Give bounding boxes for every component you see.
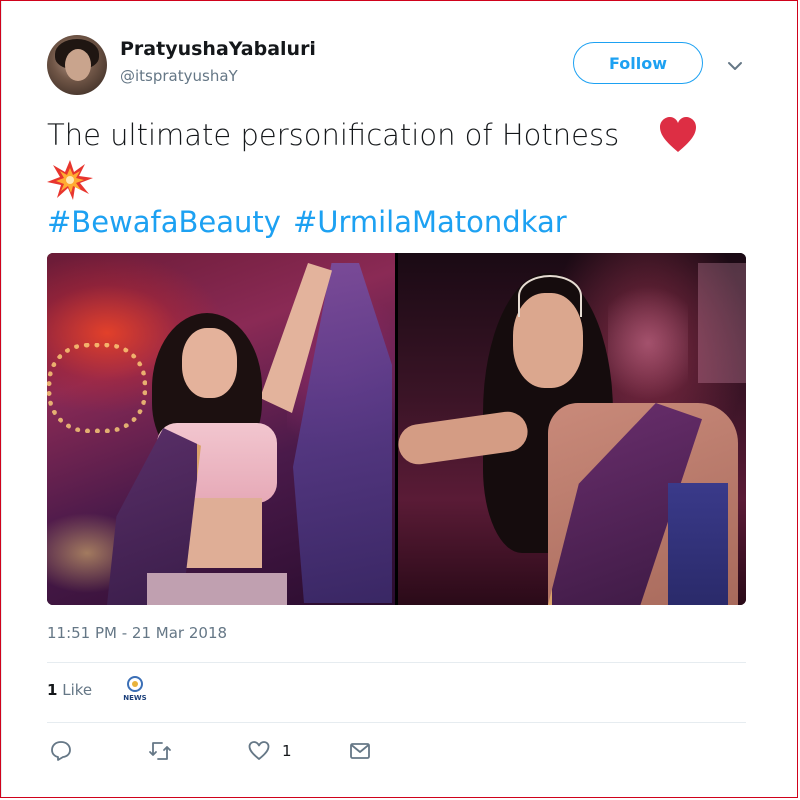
background-person xyxy=(608,273,688,413)
saree-pallu xyxy=(668,483,728,605)
likes-label: Like xyxy=(62,681,93,699)
stage-lights xyxy=(47,343,147,433)
background-light xyxy=(698,263,746,383)
reply-button[interactable] xyxy=(50,740,72,762)
hashtag-link[interactable]: #UrmilaMatondkar xyxy=(293,205,567,239)
tweet-timestamp[interactable]: 11:51 PM - 21 Mar 2018 xyxy=(47,624,227,642)
retweet-button[interactable] xyxy=(148,740,172,762)
tweet-text: The ultimate personification of Hotness xyxy=(47,118,620,152)
heart-icon xyxy=(658,116,698,154)
divider xyxy=(47,722,746,723)
tweet-photo[interactable] xyxy=(398,253,746,605)
heart-outline-icon xyxy=(248,740,270,762)
hashtag-link[interactable]: #BewafaBeauty xyxy=(47,205,281,239)
tweet-photo[interactable] xyxy=(47,253,395,605)
display-name[interactable]: PratyushaYabaluri xyxy=(120,38,316,60)
direct-message-button[interactable] xyxy=(349,740,371,762)
reply-icon xyxy=(50,740,72,762)
face xyxy=(182,328,237,398)
chevron-down-icon[interactable] xyxy=(727,58,743,74)
user-handle[interactable]: @itspratyushaY xyxy=(120,67,238,85)
divider xyxy=(47,662,746,663)
hashtag-list: #BewafaBeauty #UrmilaMatondkar xyxy=(47,200,579,244)
like-count: 1 xyxy=(282,742,292,760)
headpiece xyxy=(518,275,582,317)
follow-button[interactable]: Follow xyxy=(573,42,703,84)
user-avatar[interactable] xyxy=(47,35,107,95)
retweet-icon xyxy=(148,740,172,762)
liker-badge-label: NEWS xyxy=(123,694,146,702)
saree-skirt xyxy=(147,573,287,605)
avatar-face xyxy=(65,49,91,81)
envelope-icon xyxy=(349,740,371,762)
collision-icon xyxy=(47,160,93,200)
like-button[interactable]: 1 xyxy=(248,740,292,762)
likes-count: 1 xyxy=(47,681,58,699)
likes-stat[interactable]: 1 Like xyxy=(47,681,92,699)
media-gallery xyxy=(47,253,746,605)
liker-avatar[interactable]: NEWS xyxy=(120,675,150,705)
